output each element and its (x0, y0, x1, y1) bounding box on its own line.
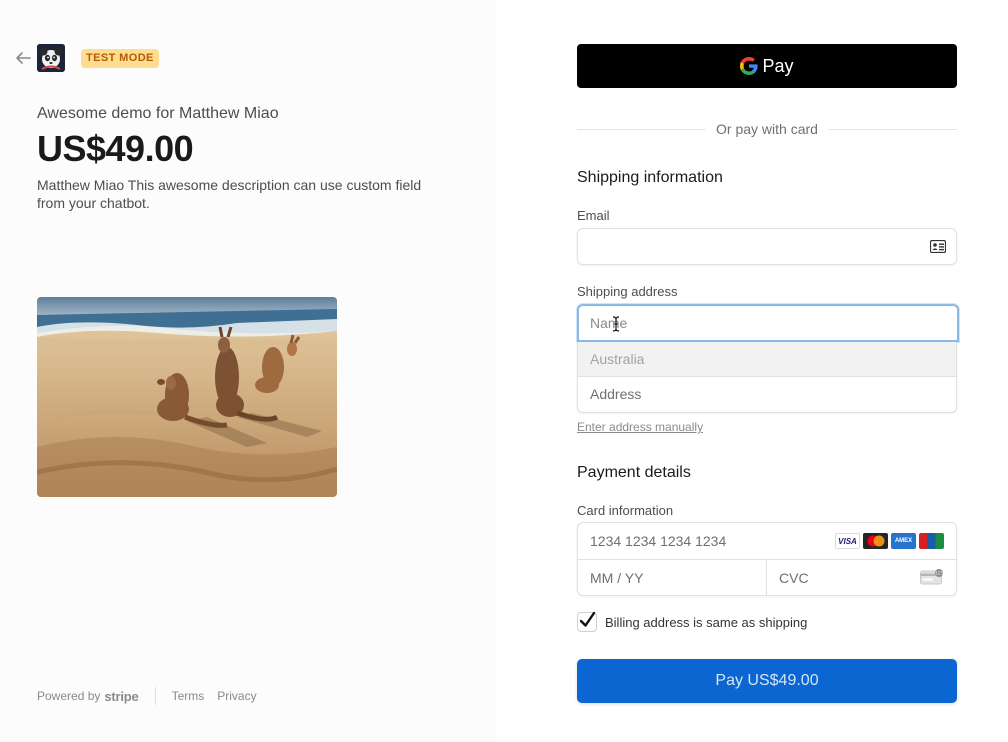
product-price: US$49.00 (37, 128, 194, 169)
product-image (37, 297, 337, 497)
mastercard-icon (863, 533, 888, 549)
merchant-logo (37, 44, 65, 72)
address-input[interactable]: Address (578, 377, 956, 412)
product-name: Awesome demo for Matthew Miao (37, 105, 279, 122)
billing-same-checkbox[interactable] (577, 611, 597, 632)
shipping-information-heading: Shipping information (577, 169, 723, 186)
google-pay-label: Pay (762, 55, 794, 76)
stripe-logo: stripe (104, 688, 139, 704)
payment-details-heading: Payment details (577, 464, 691, 481)
text-cursor-icon (612, 316, 620, 332)
country-select[interactable]: Australia (578, 342, 956, 377)
divider-line-left (577, 128, 707, 130)
order-summary-panel: TEST MODE Awesome demo for Matthew Miao … (0, 0, 496, 742)
expiry-input[interactable]: MM / YY (578, 560, 767, 596)
powered-by-stripe[interactable]: Powered by stripe (37, 689, 139, 704)
shipping-address-label: Shipping address (577, 284, 678, 299)
or-divider: Or pay with card (577, 120, 957, 138)
or-pay-with-card-text: Or pay with card (716, 121, 818, 137)
pay-button[interactable]: Pay US$49.00 (577, 659, 957, 703)
visa-icon: VISA (835, 533, 860, 549)
email-input[interactable] (578, 229, 918, 264)
email-field[interactable] (577, 228, 957, 265)
name-input[interactable]: Name (577, 304, 959, 342)
billing-same-label: Billing address is same as shipping (605, 614, 808, 630)
cvc-placeholder: CVC (779, 570, 809, 586)
card-information-label: Card information (577, 503, 674, 518)
page-footer: Powered by stripe Terms Privacy (37, 687, 270, 705)
google-g-icon (740, 57, 759, 75)
test-mode-badge: TEST MODE (81, 49, 159, 68)
billing-same-as-shipping[interactable]: Billing address is same as shipping (577, 611, 808, 632)
powered-by-text: Powered by (37, 689, 101, 703)
card-number-input[interactable]: 1234 1234 1234 1234 VISA AMEX (578, 523, 956, 560)
enter-address-manually-link[interactable]: Enter address manually (577, 420, 703, 434)
cvc-card-icon: 123 (920, 569, 943, 585)
svg-text:123: 123 (935, 571, 943, 576)
amex-icon: AMEX (891, 533, 916, 549)
google-pay-button[interactable]: Pay (577, 44, 957, 88)
back-arrow-icon[interactable] (14, 50, 32, 66)
unionpay-icon (919, 533, 944, 549)
checkmark-icon (579, 611, 596, 627)
card-information-group: 1234 1234 1234 1234 VISA AMEX MM / YY CV… (577, 522, 957, 596)
contact-card-icon[interactable] (930, 240, 946, 253)
shipping-address-group: Name Australia Address (577, 304, 959, 413)
privacy-link[interactable]: Privacy (217, 689, 256, 703)
cvc-input[interactable]: CVC 123 (767, 560, 956, 596)
terms-link[interactable]: Terms (172, 689, 205, 703)
card-number-placeholder: 1234 1234 1234 1234 (590, 533, 727, 549)
card-brand-icons: VISA AMEX (835, 533, 944, 549)
footer-divider (154, 687, 156, 705)
divider-line-right (827, 128, 957, 130)
email-label: Email (577, 208, 610, 223)
product-description: Matthew Miao This awesome description ca… (37, 177, 422, 211)
